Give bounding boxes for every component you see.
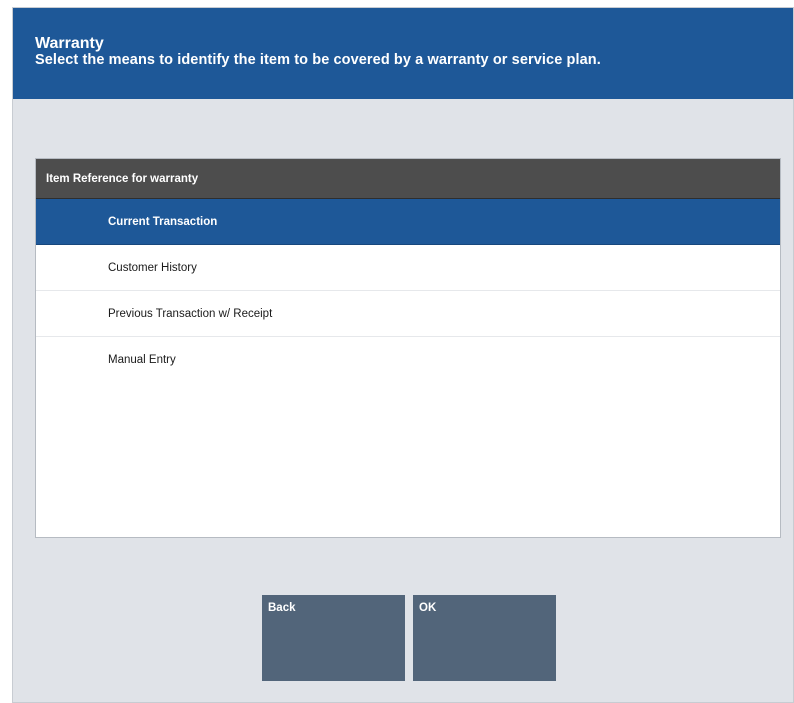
list-item-current-transaction[interactable]: Current Transaction bbox=[36, 199, 780, 245]
list-item-customer-history[interactable]: Customer History bbox=[36, 245, 780, 291]
list-item-previous-transaction[interactable]: Previous Transaction w/ Receipt bbox=[36, 291, 780, 337]
ok-button[interactable]: OK bbox=[413, 595, 556, 681]
list-heading: Item Reference for warranty bbox=[36, 159, 780, 199]
page-title: Warranty bbox=[35, 35, 104, 52]
item-reference-list: Item Reference for warranty Current Tran… bbox=[35, 158, 781, 538]
warranty-screen: Warranty Select the means to identify th… bbox=[12, 7, 794, 703]
list-item-manual-entry[interactable]: Manual Entry bbox=[36, 337, 780, 383]
back-button[interactable]: Back bbox=[262, 595, 405, 681]
screen-header: Warranty Select the means to identify th… bbox=[13, 8, 793, 99]
page-instruction: Select the means to identify the item to… bbox=[35, 52, 601, 68]
